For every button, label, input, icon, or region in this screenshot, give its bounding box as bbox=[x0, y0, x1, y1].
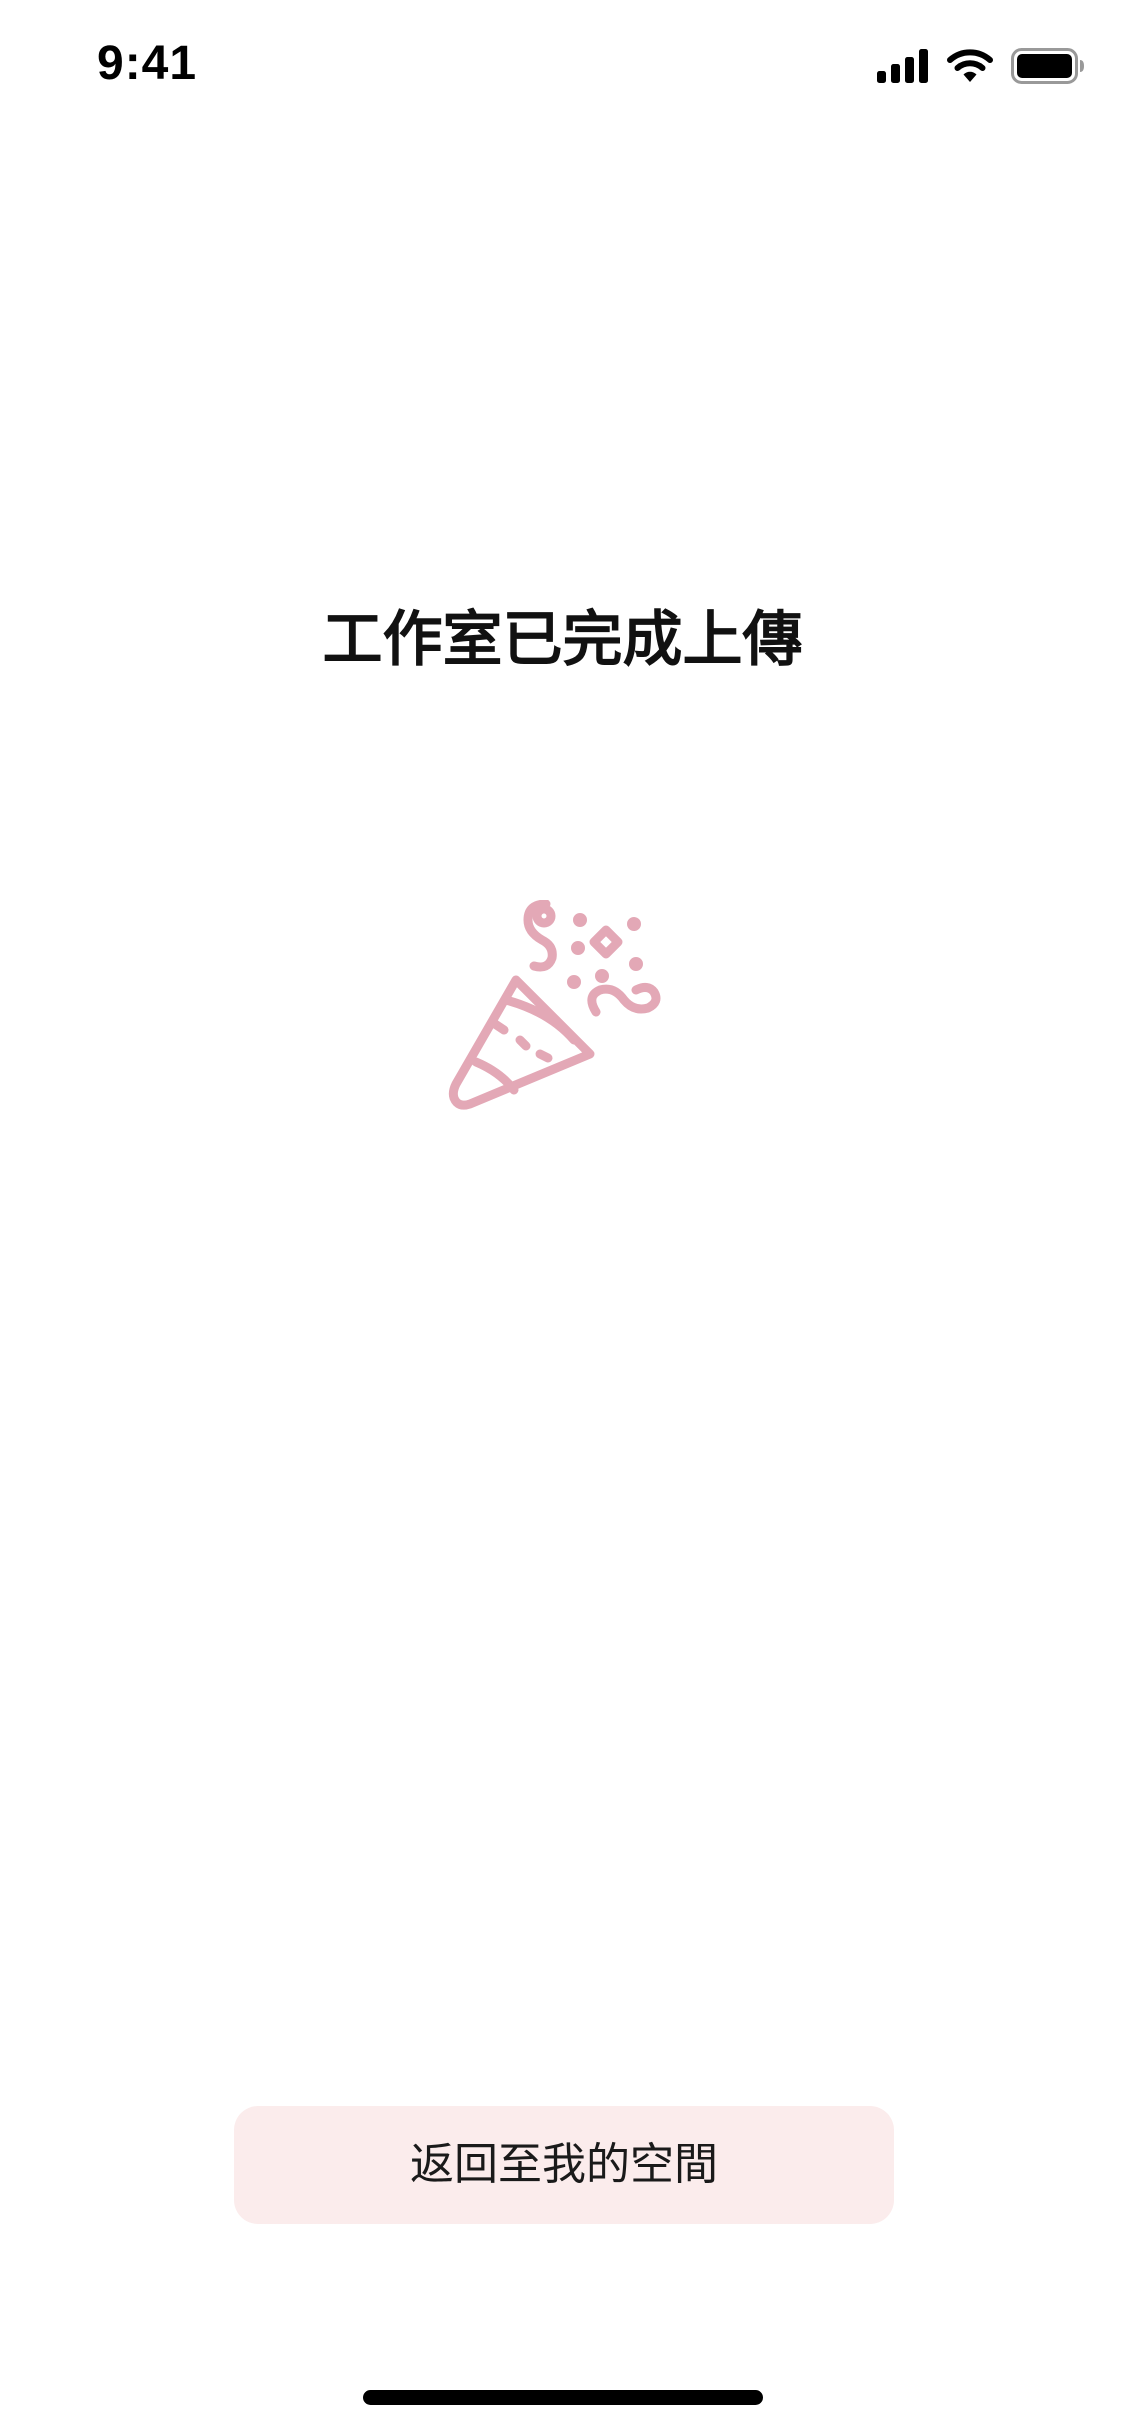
home-indicator[interactable] bbox=[363, 2390, 763, 2405]
cellular-signal-icon bbox=[877, 49, 929, 83]
battery-icon bbox=[1011, 48, 1085, 84]
party-popper-icon bbox=[440, 899, 680, 1140]
status-bar: 9:41 bbox=[0, 0, 1125, 132]
status-icons bbox=[877, 44, 1085, 88]
back-to-my-space-button[interactable]: 返回至我的空間 bbox=[234, 2106, 894, 2224]
status-time: 9:41 bbox=[97, 37, 198, 90]
page-title: 工作室已完成上傳 bbox=[322, 605, 803, 675]
wifi-icon bbox=[947, 49, 993, 83]
